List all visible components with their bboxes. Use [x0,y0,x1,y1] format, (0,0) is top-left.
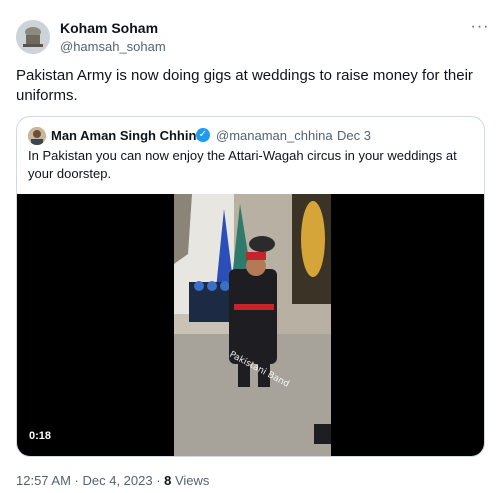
quoted-avatar-image [28,127,46,145]
quoted-date: Dec 3 [337,128,371,143]
quoted-author-name: Man Aman Singh Chhina [51,128,204,143]
video-frame: Pakistani Band [174,194,331,456]
tweet-text: Pakistan Army is now doing gigs at weddi… [16,67,473,104]
author-handle[interactable]: @hamsah_soham [60,39,166,54]
tweet-timestamp[interactable]: 12:57 AM · Dec 4, 2023 · 8 Views [16,473,209,488]
author-name[interactable]: Koham Soham [60,20,158,36]
quoted-text: In Pakistan you can now enjoy the Attari… [28,148,457,181]
quoted-tweet[interactable]: Man Aman Singh Chhina ✓ @manaman_chhina … [16,116,485,457]
video-thumbnail: Pakistani Band [174,194,331,456]
timestamp-text[interactable]: 12:57 AM · Dec 4, 2023 · [16,473,164,488]
views-label: Views [171,473,210,488]
video-duration: 0:18 [29,430,52,442]
video-player[interactable]: Pakistani Band 0:18 [17,194,484,456]
quoted-author-avatar [28,127,46,145]
more-options-icon[interactable]: ··· [468,18,492,36]
author-avatar[interactable] [16,20,50,54]
verified-badge-icon: ✓ [196,128,210,142]
quoted-author-handle: @manaman_chhina [216,128,333,143]
separator-dot: · [329,128,334,143]
avatar-image [16,20,50,54]
